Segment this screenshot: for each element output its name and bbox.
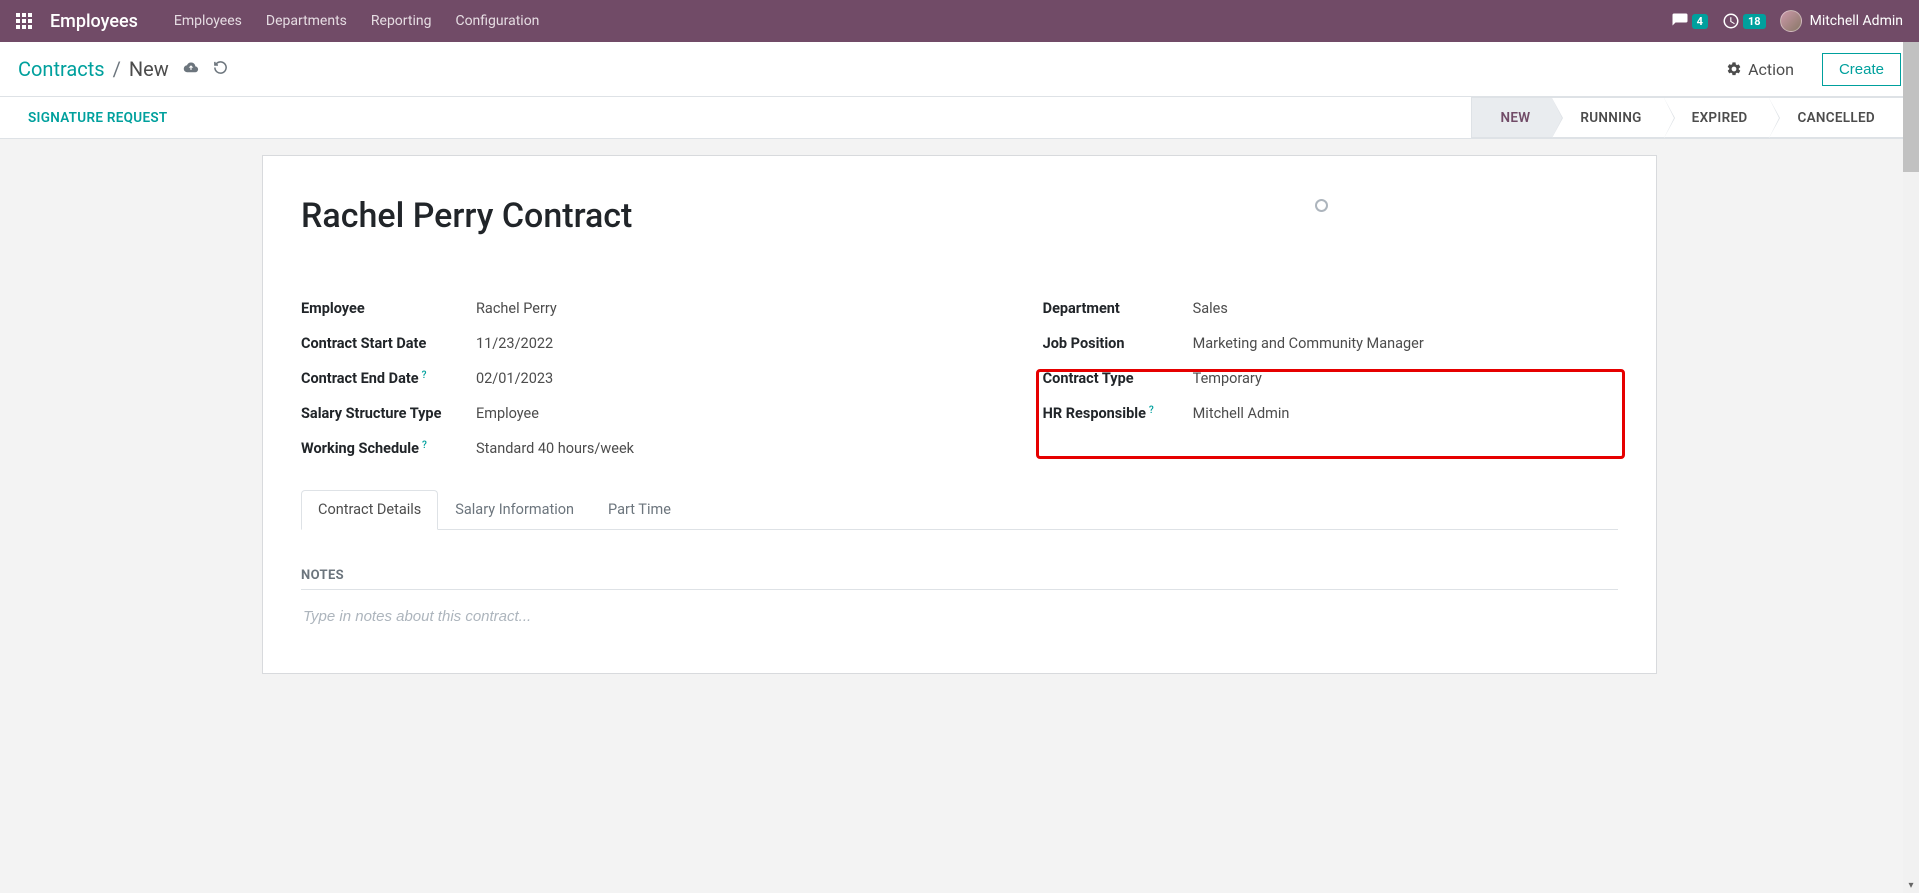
nav-link-employees[interactable]: Employees [174, 13, 242, 29]
help-icon[interactable]: ? [422, 440, 427, 451]
fields-left-column: Employee Rachel Perry Contract Start Dat… [301, 291, 1003, 466]
cloud-upload-icon[interactable] [183, 60, 199, 79]
breadcrumb-leaf: New [129, 57, 169, 81]
breadcrumb-separator: / [113, 57, 121, 81]
tab-part-time[interactable]: Part Time [591, 490, 688, 529]
signature-request-button[interactable]: SIGNATURE REQUEST [28, 97, 168, 138]
messages-button[interactable]: 4 [1671, 12, 1708, 30]
help-icon[interactable]: ? [422, 370, 427, 381]
nav-link-configuration[interactable]: Configuration [455, 13, 539, 29]
label-working-schedule: Working Schedule? [301, 440, 476, 457]
label-end-date: Contract End Date? [301, 370, 476, 387]
notes-section: NOTES [301, 568, 1618, 643]
scroll-thumb[interactable] [1903, 42, 1919, 172]
gear-icon [1726, 61, 1742, 77]
form-sheet: Rachel Perry Contract Employee Rachel Pe… [262, 155, 1657, 674]
tab-salary-information[interactable]: Salary Information [438, 490, 591, 529]
kanban-state-dot[interactable] [1315, 199, 1328, 212]
value-start-date[interactable]: 11/23/2022 [476, 335, 553, 352]
action-dropdown[interactable]: Action [1726, 60, 1794, 79]
tab-contract-details[interactable]: Contract Details [301, 490, 438, 530]
notes-input[interactable] [301, 590, 1618, 643]
avatar [1780, 10, 1802, 32]
create-button[interactable]: Create [1822, 53, 1901, 86]
label-job-position: Job Position [1043, 335, 1193, 352]
record-title: Rachel Perry Contract [301, 196, 632, 236]
breadcrumb-root[interactable]: Contracts [18, 57, 105, 81]
label-department: Department [1043, 300, 1193, 317]
value-contract-type[interactable]: Temporary [1193, 370, 1262, 387]
top-navbar: Employees Employees Departments Reportin… [0, 0, 1919, 42]
label-employee: Employee [301, 300, 476, 317]
app-brand[interactable]: Employees [50, 11, 138, 32]
value-department[interactable]: Sales [1193, 300, 1228, 317]
user-menu[interactable]: Mitchell Admin [1780, 10, 1903, 32]
value-job-position[interactable]: Marketing and Community Manager [1193, 335, 1424, 352]
value-salary-structure-type[interactable]: Employee [476, 405, 539, 422]
notes-heading: NOTES [301, 568, 1618, 590]
value-working-schedule[interactable]: Standard 40 hours/week [476, 440, 634, 457]
value-end-date[interactable]: 02/01/2023 [476, 370, 553, 387]
action-label: Action [1748, 60, 1794, 79]
value-employee[interactable]: Rachel Perry [476, 300, 557, 317]
apps-menu-icon[interactable] [16, 13, 32, 29]
scroll-down-icon[interactable]: ▾ [1903, 877, 1919, 893]
help-icon[interactable]: ? [1149, 405, 1154, 416]
nav-link-reporting[interactable]: Reporting [371, 13, 432, 29]
label-hr-responsible: HR Responsible? [1043, 405, 1193, 422]
chat-icon [1671, 12, 1689, 30]
nav-links: Employees Departments Reporting Configur… [174, 13, 540, 29]
user-name: Mitchell Admin [1810, 13, 1903, 29]
label-contract-type: Contract Type [1043, 370, 1193, 387]
activities-badge: 18 [1743, 14, 1766, 29]
status-cancelled[interactable]: CANCELLED [1769, 97, 1905, 138]
tabs: Contract Details Salary Information Part… [301, 490, 1618, 530]
status-new[interactable]: NEW [1471, 97, 1552, 138]
label-salary-structure-type: Salary Structure Type [301, 405, 476, 422]
activities-button[interactable]: 18 [1722, 12, 1766, 30]
clock-icon [1722, 12, 1740, 30]
sub-bar: SIGNATURE REQUEST NEW RUNNING EXPIRED CA… [0, 97, 1919, 139]
breadcrumb: Contracts / New [18, 57, 169, 81]
fields-right-column: Department Sales Job Position Marketing … [1043, 291, 1618, 466]
label-start-date: Contract Start Date [301, 335, 476, 352]
status-running[interactable]: RUNNING [1552, 97, 1663, 138]
messages-badge: 4 [1692, 14, 1708, 29]
scrollbar[interactable]: ▴ ▾ [1903, 42, 1919, 893]
status-chain: NEW RUNNING EXPIRED CANCELLED [1471, 97, 1905, 138]
value-hr-responsible[interactable]: Mitchell Admin [1193, 405, 1290, 422]
discard-icon[interactable] [213, 60, 228, 79]
action-bar: Contracts / New Action Create [0, 42, 1919, 97]
status-expired[interactable]: EXPIRED [1664, 97, 1770, 138]
nav-link-departments[interactable]: Departments [266, 13, 347, 29]
